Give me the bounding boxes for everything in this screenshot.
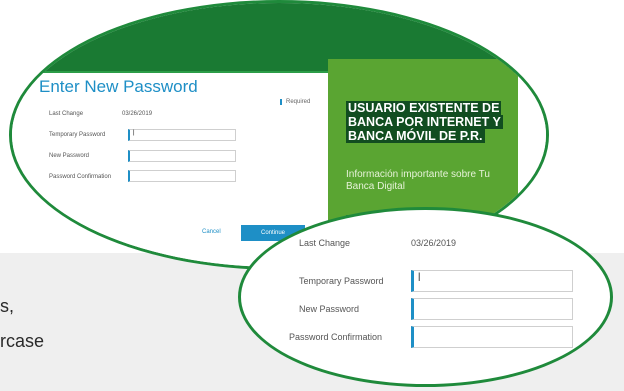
zoom-last-change-label: Last Change bbox=[299, 238, 351, 248]
temporary-password-field[interactable]: | bbox=[128, 129, 236, 141]
page-title: Enter New Password bbox=[39, 77, 198, 96]
new-password-field[interactable] bbox=[128, 150, 236, 162]
promo-title-text: USUARIO EXISTENTE DE BANCA POR INTERNET … bbox=[346, 101, 503, 143]
zoom-new-password-label: New Password bbox=[299, 304, 360, 314]
last-change-label: Last Change bbox=[49, 111, 84, 117]
background-text-line1: s, bbox=[0, 296, 15, 316]
password-confirmation-field[interactable] bbox=[128, 170, 236, 182]
zoom-last-change-value: 03/26/2019 bbox=[411, 238, 457, 248]
zoom-temporary-password-label: Temporary Password bbox=[299, 276, 384, 286]
zoom-password-confirmation-label: Password Confirmation bbox=[289, 332, 383, 342]
new-password-label: New Password bbox=[49, 153, 90, 159]
last-change-value: 03/26/2019 bbox=[122, 111, 153, 117]
promo-title: USUARIO EXISTENTE DE BANCA POR INTERNET … bbox=[346, 101, 511, 143]
zoomed-fields-view: Last Change 03/26/2019 Temporary Passwor… bbox=[238, 207, 613, 387]
zoom-password-confirmation-field[interactable] bbox=[411, 326, 573, 348]
password-confirmation-label: Password Confirmation bbox=[49, 174, 112, 180]
temporary-password-label: Temporary Password bbox=[49, 132, 106, 138]
promo-subtitle: Información importante sobre Tu Banca Di… bbox=[346, 169, 490, 192]
required-note: Required bbox=[280, 99, 310, 105]
zoom-temporary-password-field[interactable]: | bbox=[411, 270, 573, 292]
background-text-line2: rcase bbox=[0, 331, 45, 351]
zoom-new-password-field[interactable] bbox=[411, 298, 573, 320]
cancel-button[interactable]: Cancel bbox=[202, 229, 221, 235]
